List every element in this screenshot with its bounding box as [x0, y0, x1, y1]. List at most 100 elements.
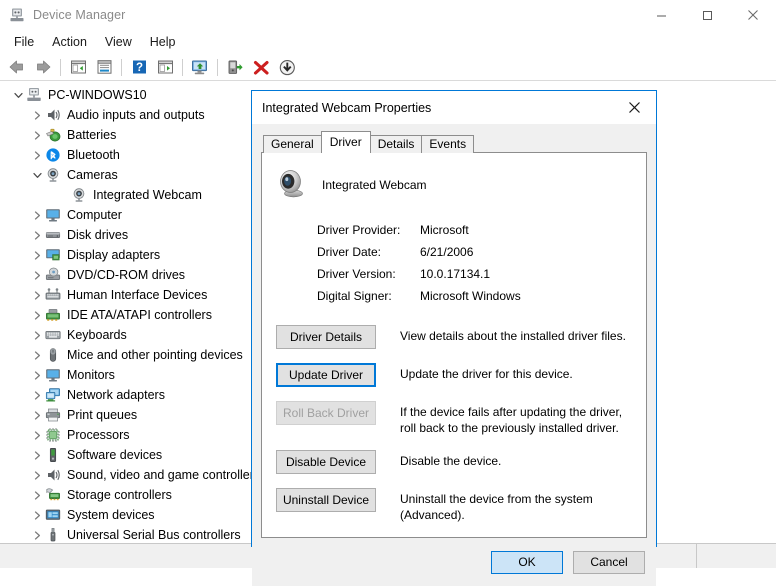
menu-view[interactable]: View: [96, 32, 141, 53]
chevron-right-icon[interactable]: [29, 505, 45, 525]
driver-property-label: Driver Date:: [317, 245, 420, 259]
chevron-right-icon[interactable]: [29, 245, 45, 265]
chevron-right-icon[interactable]: [29, 265, 45, 285]
uninstall-device-icon[interactable]: [248, 55, 274, 79]
toolbar-separator-4: [217, 59, 218, 76]
chevron-down-icon[interactable]: [10, 85, 26, 105]
chevron-right-icon[interactable]: [29, 125, 45, 145]
tree-node-label: Storage controllers: [67, 487, 172, 503]
maximize-button[interactable]: [684, 0, 730, 30]
menu-action[interactable]: Action: [43, 32, 96, 53]
ide-controller-icon: [45, 307, 61, 323]
disable-device-button[interactable]: Disable Device: [276, 450, 376, 474]
tree-node-label: IDE ATA/ATAPI controllers: [67, 307, 212, 323]
tree-node-label: Monitors: [67, 367, 115, 383]
chevron-right-icon[interactable]: [29, 145, 45, 165]
tree-node-label: System devices: [67, 507, 155, 523]
monitor-icon: [45, 367, 61, 383]
scan-for-hardware-changes-icon[interactable]: [152, 55, 178, 79]
bluetooth-icon: [45, 147, 61, 163]
menubar: File Action View Help: [0, 30, 776, 54]
disk-drive-icon: [45, 227, 61, 243]
tree-node-label: Software devices: [67, 447, 162, 463]
system-device-icon: [45, 507, 61, 523]
chevron-right-icon[interactable]: [29, 205, 45, 225]
driver-action-row: Disable DeviceDisable the device.: [276, 450, 646, 474]
driver-action-description: Update the driver for this device.: [400, 363, 632, 382]
cancel-button[interactable]: Cancel: [573, 551, 645, 574]
tab-events[interactable]: Events: [421, 135, 474, 153]
show-hide-console-tree-icon[interactable]: [65, 55, 91, 79]
update-driver-button[interactable]: Update Driver: [276, 363, 376, 387]
chevron-right-icon[interactable]: [29, 345, 45, 365]
uninstall-device-button[interactable]: Uninstall Device: [276, 488, 376, 512]
driver-property-value: 10.0.17134.1: [420, 267, 490, 281]
ok-button[interactable]: OK: [491, 551, 563, 574]
chevron-right-icon[interactable]: [29, 405, 45, 425]
tree-node-label: DVD/CD-ROM drives: [67, 267, 185, 283]
chevron-right-icon[interactable]: [29, 365, 45, 385]
disable-device-icon[interactable]: [274, 55, 300, 79]
roll-back-driver-button: Roll Back Driver: [276, 401, 376, 425]
driver-actions-list: Driver DetailsView details about the ins…: [276, 325, 646, 523]
device-manager-icon: [9, 7, 25, 23]
back-icon[interactable]: [4, 55, 30, 79]
camera-icon: [45, 167, 61, 183]
forward-icon[interactable]: [30, 55, 56, 79]
webcam-icon: [276, 169, 308, 201]
driver-property-label: Driver Provider:: [317, 223, 420, 237]
driver-property-value: Microsoft: [420, 223, 469, 237]
toolbar-separator-3: [182, 59, 183, 76]
usb-icon: [45, 527, 61, 543]
minimize-button[interactable]: [638, 0, 684, 30]
window-title: Device Manager: [33, 8, 125, 22]
toolbar-separator-2: [121, 59, 122, 76]
tree-node-label: Mice and other pointing devices: [67, 347, 243, 363]
menu-help[interactable]: Help: [141, 32, 185, 53]
properties-icon[interactable]: [91, 55, 117, 79]
tree-node-label: Sound, video and game controllers: [67, 467, 260, 483]
chevron-right-icon[interactable]: [29, 325, 45, 345]
chevron-right-icon[interactable]: [29, 425, 45, 445]
chevron-right-icon[interactable]: [29, 525, 45, 543]
update-driver-icon[interactable]: [187, 55, 213, 79]
driver-property-value: Microsoft Windows: [420, 289, 521, 303]
toolbar: ?: [0, 54, 776, 81]
toolbar-separator-1: [60, 59, 61, 76]
dialog-close-icon[interactable]: [612, 91, 656, 123]
chevron-right-icon[interactable]: [29, 385, 45, 405]
tree-node-label: Print queues: [67, 407, 137, 423]
chevron-right-icon[interactable]: [29, 285, 45, 305]
driver-property-row: Driver Version:10.0.17134.1: [317, 263, 646, 285]
close-button[interactable]: [730, 0, 776, 30]
tab-details[interactable]: Details: [370, 135, 423, 153]
mouse-icon: [45, 347, 61, 363]
chevron-down-icon[interactable]: [29, 165, 45, 185]
tab-driver[interactable]: Driver: [321, 131, 371, 153]
keyboard-icon: [45, 327, 61, 343]
tree-node-label: Processors: [67, 427, 130, 443]
dialog-tabstrip[interactable]: GeneralDriverDetailsEvents: [261, 132, 647, 153]
chevron-right-icon[interactable]: [29, 465, 45, 485]
driver-action-description: Uninstall the device from the system (Ad…: [400, 488, 632, 523]
computer-root-icon: [26, 87, 42, 103]
chevron-right-icon[interactable]: [29, 445, 45, 465]
driver-details-button[interactable]: Driver Details: [276, 325, 376, 349]
tree-node-label: Network adapters: [67, 387, 165, 403]
enable-device-icon[interactable]: [222, 55, 248, 79]
driver-action-description: If the device fails after updating the d…: [400, 401, 632, 436]
speaker-icon: [45, 107, 61, 123]
tree-node-label: Bluetooth: [67, 147, 120, 163]
chevron-right-icon[interactable]: [29, 105, 45, 125]
driver-property-value: 6/21/2006: [420, 245, 473, 259]
integrated-webcam-properties-dialog: Integrated Webcam Properties GeneralDriv…: [251, 90, 657, 547]
network-adapter-icon: [45, 387, 61, 403]
menu-file[interactable]: File: [5, 32, 43, 53]
driver-property-row: Driver Date:6/21/2006: [317, 241, 646, 263]
tab-general[interactable]: General: [263, 135, 322, 153]
help-icon[interactable]: ?: [126, 55, 152, 79]
battery-icon: [45, 127, 61, 143]
chevron-right-icon[interactable]: [29, 305, 45, 325]
chevron-right-icon[interactable]: [29, 225, 45, 245]
chevron-right-icon[interactable]: [29, 485, 45, 505]
